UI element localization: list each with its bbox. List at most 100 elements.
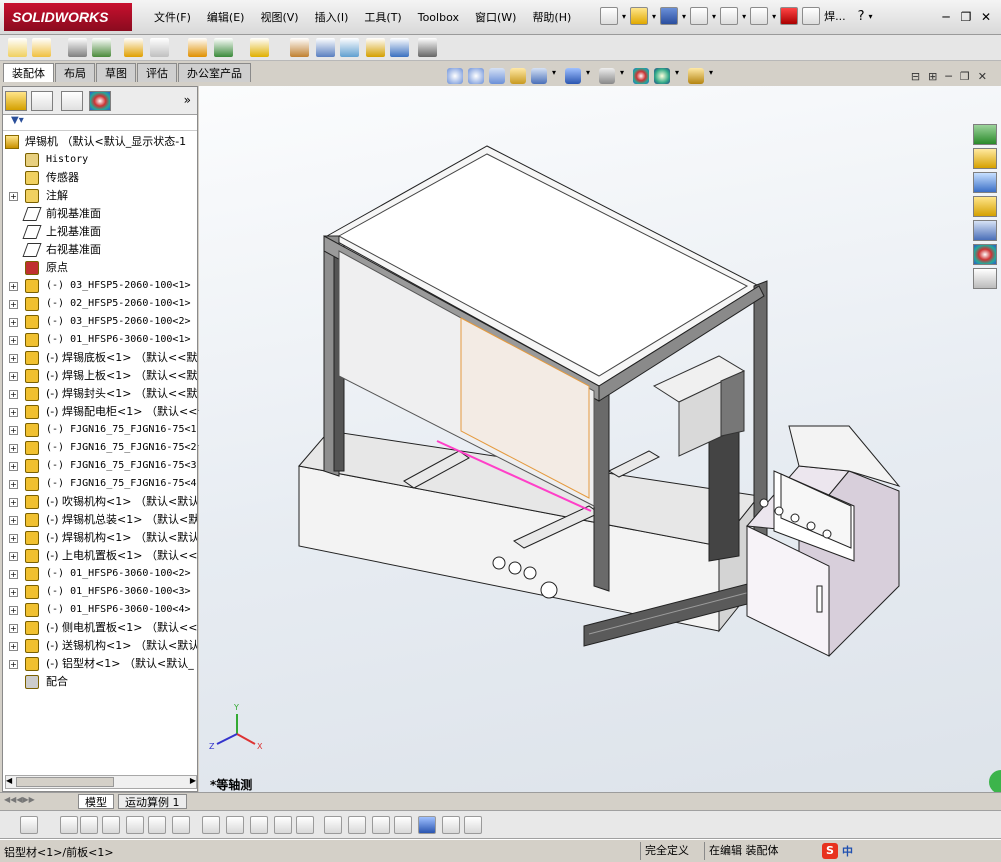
tree-item[interactable]: + (-) 焊锡底板<1> （默认<<默 — [3, 349, 197, 367]
chevron-down-icon[interactable]: ▾ — [709, 68, 717, 84]
undo-icon[interactable] — [720, 7, 739, 25]
scroll-right-icon[interactable]: ▶ — [190, 776, 196, 785]
tree-item[interactable]: + (-) 03_HFSP5-2060-100<1> — [3, 277, 197, 295]
expand-icon[interactable]: + — [9, 606, 18, 615]
close-icon[interactable]: ✕ — [977, 8, 995, 26]
menu-item-1[interactable]: 编辑(E) — [199, 9, 253, 27]
circle-icon[interactable] — [80, 816, 98, 834]
expand-icon[interactable]: + — [9, 408, 18, 417]
tab-nav-arrows-icon[interactable]: ◀◀◀▶▶ — [4, 795, 35, 804]
show-hidden-icon[interactable] — [188, 38, 207, 57]
expand-icon[interactable]: + — [9, 480, 18, 489]
expand-icon[interactable]: + — [9, 516, 18, 525]
menu-item-0[interactable]: 文件(F) — [146, 9, 199, 27]
chevron-down-icon[interactable]: ▾ — [652, 12, 656, 21]
menu-item-7[interactable]: 帮助(H) — [524, 9, 579, 27]
view-settings-icon[interactable] — [688, 68, 704, 84]
tree-item[interactable]: History — [3, 151, 197, 169]
zoom-to-area-icon[interactable] — [468, 68, 484, 84]
command-tab-4[interactable]: 办公室产品 — [178, 63, 251, 82]
angle-icon[interactable] — [172, 816, 190, 834]
scroll-thumb[interactable] — [16, 777, 114, 787]
tree-item[interactable]: + (-) 焊锡机总装<1> （默认<默 — [3, 511, 197, 529]
expand-icon[interactable]: + — [9, 372, 18, 381]
tree-item[interactable]: + (-) 01_HFSP6-3060-100<2> — [3, 565, 197, 583]
expand-icon[interactable]: + — [9, 444, 18, 453]
doc-close-icon[interactable]: ✕ — [978, 70, 987, 83]
tree-item[interactable]: + (-) 吹锡机构<1> （默认<默认 — [3, 493, 197, 511]
open-folder-icon[interactable] — [630, 7, 649, 25]
filter-bar[interactable]: ▼▾ — [3, 115, 197, 131]
help-icon[interactable]: ? — [858, 9, 865, 24]
tree-item[interactable]: + (-) 01_HFSP6-3060-100<4> — [3, 601, 197, 619]
reference-geometry-icon[interactable] — [250, 38, 269, 57]
graphics-area[interactable]: Y X Z — [199, 86, 1001, 792]
tab-model[interactable]: 模型 — [78, 794, 114, 809]
view-palette-icon[interactable] — [973, 220, 997, 241]
save-icon[interactable] — [660, 7, 679, 25]
expand-icon[interactable]: + — [9, 588, 18, 597]
chevron-down-icon[interactable]: ▾ — [622, 12, 626, 21]
zoom-to-fit-icon[interactable] — [447, 68, 463, 84]
tree-item[interactable]: 上视基准面 — [3, 223, 197, 241]
resources-icon[interactable] — [973, 124, 997, 145]
tree-item[interactable]: + (-) 01_HFSP6-3060-100<1> — [3, 331, 197, 349]
table-icon[interactable] — [464, 816, 482, 834]
linear-pattern-icon[interactable] — [92, 38, 111, 57]
tree-item[interactable]: + (-) FJGN16_75_FJGN16-75<3 — [3, 457, 197, 475]
exploded-view-icon[interactable] — [340, 38, 359, 57]
tree-item[interactable]: + (-) 01_HFSP6-3060-100<3> — [3, 583, 197, 601]
configuration-manager-tab-icon[interactable] — [61, 91, 83, 111]
expand-icon[interactable]: + — [9, 570, 18, 579]
command-tab-1[interactable]: 布局 — [55, 63, 95, 82]
chevron-down-icon[interactable]: ▾ — [620, 68, 628, 84]
scene-icon[interactable] — [654, 68, 670, 84]
interference-icon[interactable] — [390, 38, 409, 57]
custom-properties-icon[interactable] — [973, 268, 997, 289]
new-document-icon[interactable] — [600, 7, 618, 25]
previous-view-icon[interactable] — [489, 68, 505, 84]
view-orientation-icon[interactable] — [565, 68, 581, 84]
expand-icon[interactable]: + — [9, 426, 18, 435]
tree-item[interactable]: + (-) FJGN16_75_FJGN16-75<1 — [3, 421, 197, 439]
tree-item[interactable]: 传感器 — [3, 169, 197, 187]
appearances-icon[interactable] — [973, 244, 997, 265]
tree-item[interactable]: + (-) FJGN16_75_FJGN16-75<2 — [3, 439, 197, 457]
mate-icon[interactable] — [68, 38, 87, 57]
offset-icon[interactable] — [226, 816, 244, 834]
menu-item-3[interactable]: 插入(I) — [307, 9, 357, 27]
chevron-down-icon[interactable]: ▾ — [869, 12, 873, 21]
scroll-left-icon[interactable]: ◀ — [6, 776, 12, 785]
tab-motion-study[interactable]: 运动算例 1 — [118, 794, 187, 809]
chevron-down-icon[interactable]: ▾ — [772, 12, 776, 21]
assembly-features-icon[interactable] — [214, 38, 233, 57]
sketch-fillet-icon[interactable] — [202, 816, 220, 834]
tree-item[interactable]: + (-) 03_HFSP5-2060-100<2> — [3, 313, 197, 331]
tree-item[interactable]: 原点 — [3, 259, 197, 277]
menu-item-5[interactable]: Toolbox — [410, 9, 467, 27]
expand-icon[interactable]: + — [9, 660, 18, 669]
dynamic-annotation-icon[interactable] — [531, 68, 547, 84]
tree-item[interactable]: + (-) FJGN16_75_FJGN16-75<4 — [3, 475, 197, 493]
expand-icon[interactable]: + — [9, 300, 18, 309]
dimension-icon[interactable] — [324, 816, 342, 834]
expand-icon[interactable]: + — [9, 498, 18, 507]
explode-line-icon[interactable] — [366, 38, 385, 57]
filter-icon[interactable]: ▼▾ — [11, 115, 24, 126]
mirror-icon[interactable] — [250, 816, 268, 834]
tree-item[interactable]: + (-) 铝型材<1> （默认<默认_ — [3, 655, 197, 673]
smart-dimension-icon[interactable] — [20, 816, 38, 834]
home-icon[interactable] — [973, 148, 997, 169]
tree-item[interactable]: + (-) 上电机置板<1> （默认<< — [3, 547, 197, 565]
insert-component-icon[interactable] — [32, 38, 51, 57]
expand-panel-icon[interactable]: » — [184, 93, 191, 107]
minimize-icon[interactable]: ─ — [937, 8, 955, 26]
expand-icon[interactable]: + — [9, 642, 18, 651]
angle-mate-icon[interactable] — [372, 816, 390, 834]
ime-logo-icon[interactable]: S — [822, 843, 838, 859]
command-tab-3[interactable]: 评估 — [137, 63, 177, 82]
doc-restore-icon[interactable]: ❐ — [960, 70, 970, 83]
tree-root[interactable]: 焊锡机 （默认<默认_显示状态-1 — [3, 133, 197, 151]
chevron-down-icon[interactable]: ▾ — [742, 12, 746, 21]
new-motion-study-icon[interactable] — [290, 38, 309, 57]
